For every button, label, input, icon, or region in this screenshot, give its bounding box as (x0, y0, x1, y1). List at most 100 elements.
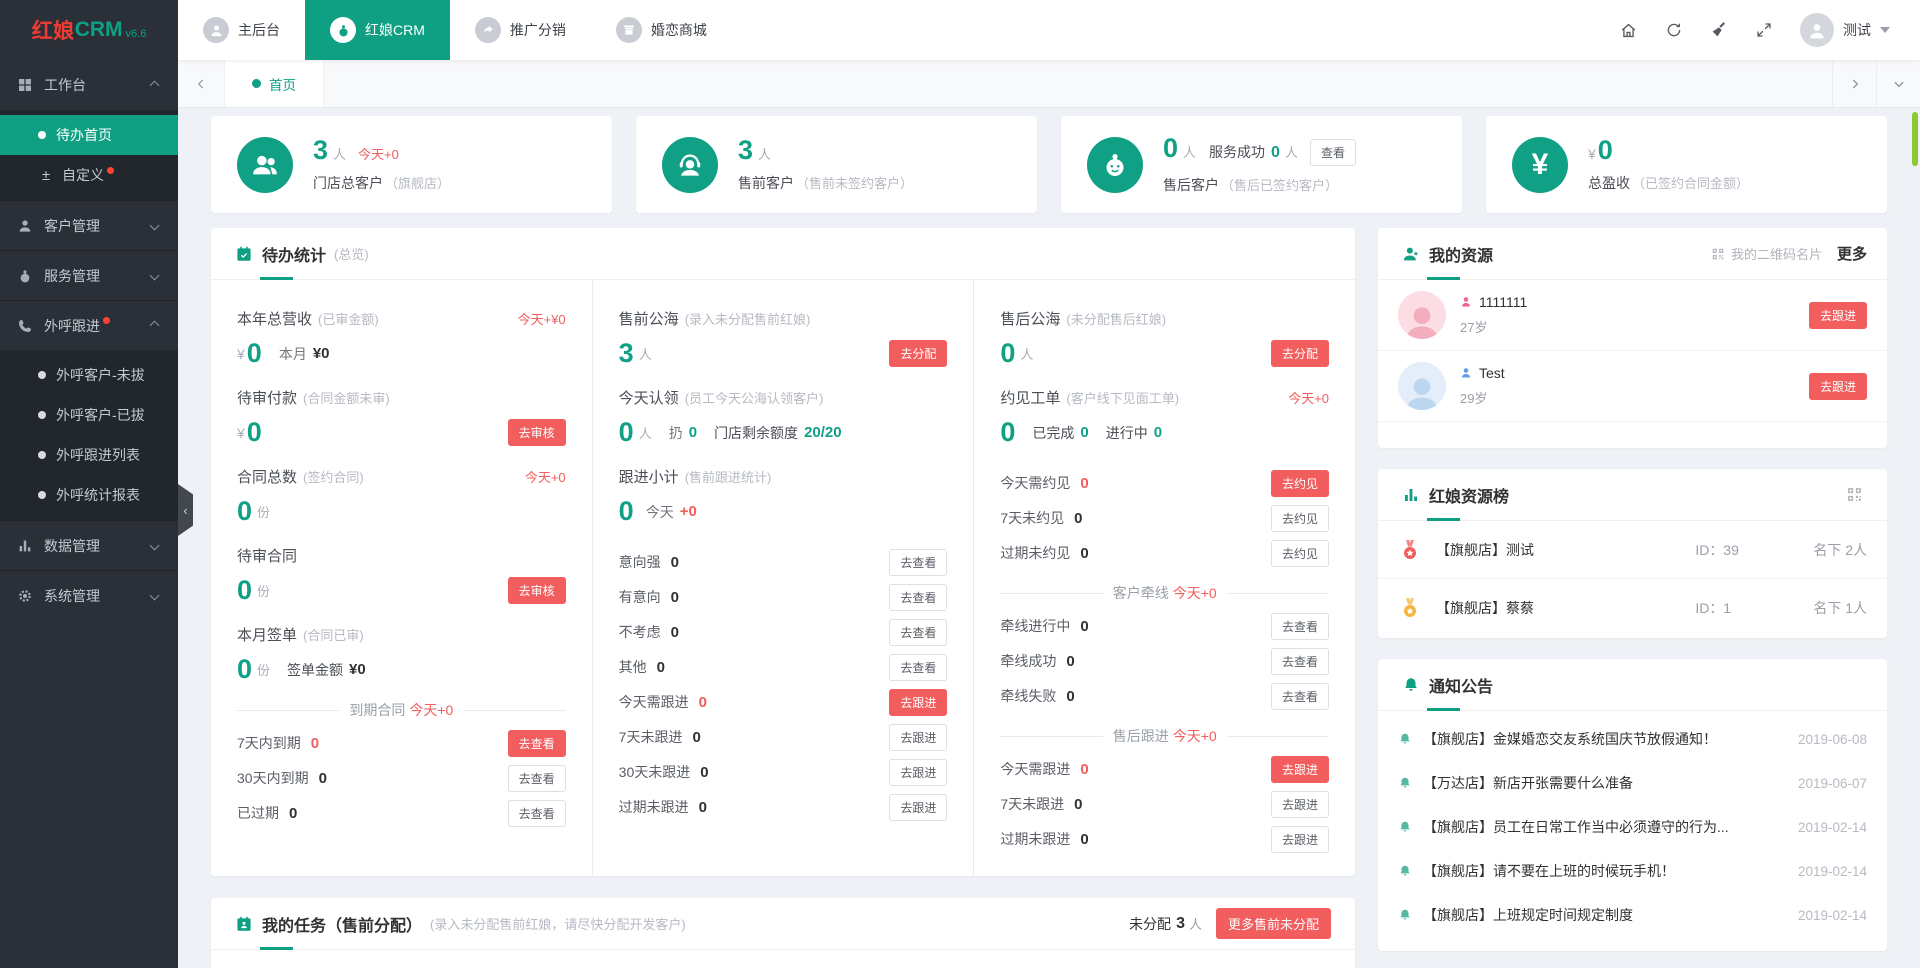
sidebar-item-system[interactable]: 系统管理 (0, 570, 178, 620)
more-link[interactable]: 更多 (1837, 243, 1867, 264)
tabs-scroll-right-icon[interactable] (1832, 60, 1876, 107)
page-tab-home[interactable]: 首页 (224, 60, 324, 107)
go-follow-button[interactable]: 去跟进 (1271, 791, 1329, 818)
kpi-label: 约见工单 (1000, 387, 1060, 408)
ranking-qr-icon[interactable] (1846, 486, 1863, 503)
resource-item[interactable]: Test 29岁 去跟进 (1378, 351, 1887, 422)
go-follow-button[interactable]: 去跟进 (889, 724, 947, 751)
card-total-revenue[interactable]: ¥ ¥ 0 总盈收（已签约合同金额） (1486, 116, 1887, 213)
shop-circle-icon (616, 17, 642, 43)
go-view-button[interactable]: 去查看 (508, 800, 566, 827)
sidebar-item-label: 外呼客户-未拔 (56, 365, 145, 385)
row-count: 0 (671, 554, 679, 571)
ranking-row[interactable]: 【旗舰店】蔡蔡 ID：1 名下 1人 (1378, 579, 1887, 637)
go-meet-button[interactable]: 去约见 (1271, 540, 1329, 567)
user-menu[interactable]: 测试 (1800, 13, 1890, 47)
tabs-scroll-left-icon[interactable] (178, 60, 224, 107)
kpi-label: 待审合同 (237, 545, 297, 566)
sidebar-item-workbench[interactable]: 工作台 (0, 60, 178, 110)
stat-row: 7天内到期0去查看 (237, 730, 566, 756)
go-view-button[interactable]: 去查看 (1271, 613, 1329, 640)
refresh-icon[interactable] (1665, 21, 1683, 39)
fullscreen-icon[interactable] (1755, 21, 1773, 39)
service-face-icon (16, 267, 34, 285)
go-follow-button[interactable]: 去跟进 (1809, 373, 1867, 400)
tab-matchmaker-crm[interactable]: 红娘CRM (305, 0, 450, 60)
bell-icon (1398, 864, 1412, 878)
sidebar-item-label: 工作台 (44, 75, 86, 95)
tab-marriage-mall[interactable]: 婚恋商城 (591, 0, 732, 60)
headset-icon (662, 137, 718, 193)
clear-cache-broom-icon[interactable] (1710, 21, 1728, 39)
ranking-row[interactable]: 【旗舰店】测试 ID：39 名下 2人 (1378, 521, 1887, 579)
sidebar-item-outbound-dialed[interactable]: 外呼客户-已拔 (0, 395, 178, 435)
bullet-icon (38, 451, 46, 459)
card-aftersale-customers[interactable]: 0 人 服务成功 0 人 查看 售后客户（售后已签约客户） (1061, 116, 1462, 213)
kpi-extra-value: ¥0 (313, 345, 330, 362)
resource-item[interactable]: 1111111 27岁 去跟进 (1378, 280, 1887, 351)
app-version: v6.6 (126, 28, 147, 40)
row-label: 7天未跟进 (1000, 794, 1064, 814)
workbench-submenu: 待办首页 ± 自定义 (0, 110, 178, 200)
medal-red-icon (1398, 538, 1422, 562)
tab-promotion[interactable]: 推广分销 (450, 0, 591, 60)
go-view-button[interactable]: 去查看 (889, 549, 947, 576)
page-scrollbar-thumb[interactable] (1912, 112, 1918, 166)
go-meet-button[interactable]: 去约见 (1271, 505, 1329, 532)
sidebar-item-custom[interactable]: ± 自定义 (0, 155, 178, 195)
resource-age: 29岁 (1460, 388, 1809, 407)
card-store-customers[interactable]: 3 人 今天+0 门店总客户（旗舰店） (211, 116, 612, 213)
go-follow-button[interactable]: 去跟进 (1271, 756, 1329, 783)
sidebar-item-customer[interactable]: 客户管理 (0, 200, 178, 250)
go-view-button[interactable]: 去查看 (1271, 648, 1329, 675)
row-label: 7天内到期 (237, 733, 301, 753)
view-button[interactable]: 查看 (1310, 139, 1356, 166)
tabs-menu-icon[interactable] (1876, 60, 1920, 107)
go-view-button[interactable]: 去查看 (889, 654, 947, 681)
panel-header: 我的资源 我的二维码名片 更多 (1378, 228, 1887, 280)
notice-row[interactable]: 【旗舰店】上班规定时间规定制度 2019-02-14 (1378, 893, 1887, 937)
go-meet-button[interactable]: 去约见 (1271, 470, 1329, 497)
notice-row[interactable]: 【旗舰店】员工在日常工作当中必须遵守的行为... 2019-02-14 (1378, 805, 1887, 849)
home-icon[interactable] (1619, 21, 1638, 40)
go-follow-button[interactable]: 去跟进 (889, 689, 947, 716)
go-follow-button[interactable]: 去跟进 (1809, 302, 1867, 329)
go-view-button[interactable]: 去查看 (889, 619, 947, 646)
go-assign-button[interactable]: 去分配 (1271, 340, 1329, 367)
row-label: 过期未跟进 (619, 797, 689, 817)
kpi-extra-label: 已完成 (1032, 423, 1074, 443)
notice-row[interactable]: 【旗舰店】请不要在上班的时候玩手机！ 2019-02-14 (1378, 849, 1887, 893)
dashboard-grid: 待办统计 (总览) 本年总营收(已审金额)今天+¥0 ¥0本月¥0 待审付款(合… (211, 228, 1887, 968)
go-follow-button[interactable]: 去跟进 (889, 759, 947, 786)
go-view-button[interactable]: 去查看 (889, 584, 947, 611)
tab-main-backend[interactable]: 主后台 (178, 0, 305, 60)
sidebar-item-outbound-undialed[interactable]: 外呼客户-未拔 (0, 355, 178, 395)
card-presale-customers[interactable]: 3 人 售前客户（售前未签约客户） (636, 116, 1037, 213)
kpi-unit: 人 (639, 344, 652, 363)
stat-row: 牵线失败0去查看 (1000, 683, 1329, 709)
sidebar-item-outbound-report[interactable]: 外呼统计报表 (0, 475, 178, 515)
sidebar-item-outbound-followlist[interactable]: 外呼跟进列表 (0, 435, 178, 475)
page-content: 3 人 今天+0 门店总客户（旗舰店） (178, 108, 1920, 968)
notice-row[interactable]: 【万达店】新店开张需要什么准备 2019-06-07 (1378, 761, 1887, 805)
sidebar-item-data[interactable]: 数据管理 (0, 520, 178, 570)
row-label: 过期未跟进 (1000, 829, 1070, 849)
sidebar-item-outbound[interactable]: 外呼跟进 (0, 300, 178, 350)
go-review-button[interactable]: 去审核 (508, 419, 566, 446)
go-view-button[interactable]: 去查看 (508, 765, 566, 792)
sidebar-item-label: 数据管理 (44, 536, 100, 556)
sidebar-item-todo-home[interactable]: 待办首页 (0, 115, 178, 155)
my-qr-card-link[interactable]: 我的二维码名片 (1711, 244, 1822, 263)
go-view-button[interactable]: 去查看 (508, 730, 566, 757)
sidebar-item-label: 服务管理 (44, 266, 100, 286)
go-follow-button[interactable]: 去跟进 (1271, 826, 1329, 853)
go-assign-button[interactable]: 去分配 (889, 340, 947, 367)
panel-header: 我的任务（售前分配） (录入未分配售前红娘，请尽快分配开发客户) 未分配 3 人… (211, 898, 1355, 950)
go-review-button[interactable]: 去审核 (508, 577, 566, 604)
sidebar-item-service[interactable]: 服务管理 (0, 250, 178, 300)
go-view-button[interactable]: 去查看 (1271, 683, 1329, 710)
notice-row[interactable]: 【旗舰店】金媒婚恋交友系统国庆节放假通知！ 2019-06-08 (1378, 717, 1887, 761)
go-follow-button[interactable]: 去跟进 (889, 794, 947, 821)
card-unit: 人 (333, 144, 346, 163)
more-unassigned-button[interactable]: 更多售前未分配 (1216, 908, 1331, 939)
